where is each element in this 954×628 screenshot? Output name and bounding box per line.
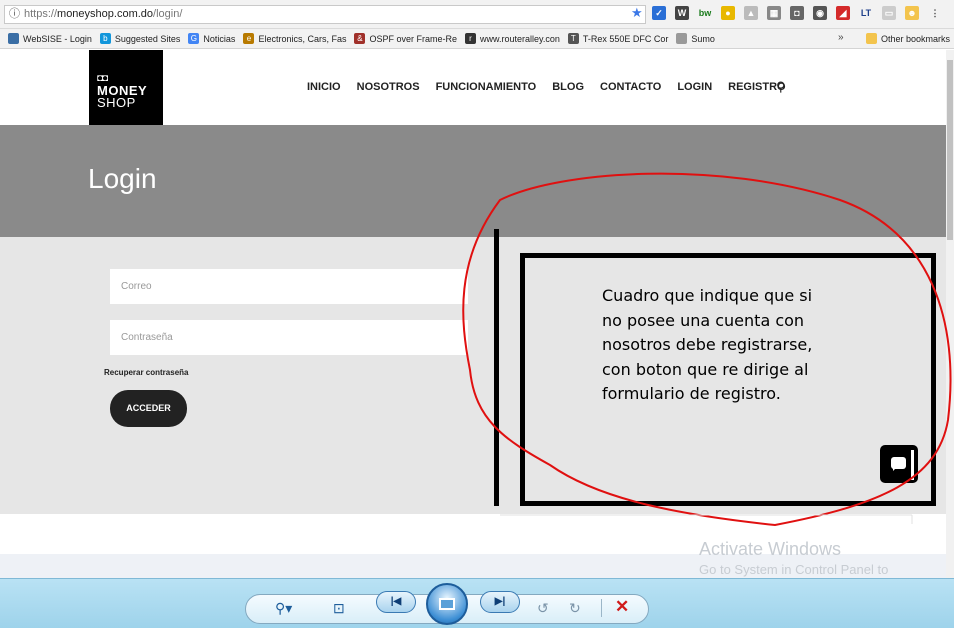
annotation-circle [462, 172, 952, 527]
delete-icon[interactable]: ✕ [615, 597, 629, 617]
slideshow-button[interactable] [426, 583, 468, 625]
next-button[interactable]: ▶| [480, 591, 520, 613]
previous-icon: |◀ [390, 596, 402, 607]
next-icon: ▶| [494, 596, 506, 607]
actual-size-icon[interactable]: ⊡ [333, 598, 345, 618]
rotate-right-icon[interactable]: ↻ [569, 598, 581, 618]
photo-viewer-toolbar: ⚲▾ ⊡ |◀ ▶| ↺ ↻ ✕ [0, 578, 954, 628]
rotate-left-icon[interactable]: ↺ [537, 598, 549, 618]
toolbar-separator [601, 599, 602, 617]
previous-button[interactable]: |◀ [376, 591, 416, 613]
slideshow-icon [439, 598, 455, 610]
annotation-ellipse [462, 172, 952, 527]
activation-title: Activate Windows [699, 539, 842, 559]
zoom-icon[interactable]: ⚲▾ [275, 598, 292, 618]
